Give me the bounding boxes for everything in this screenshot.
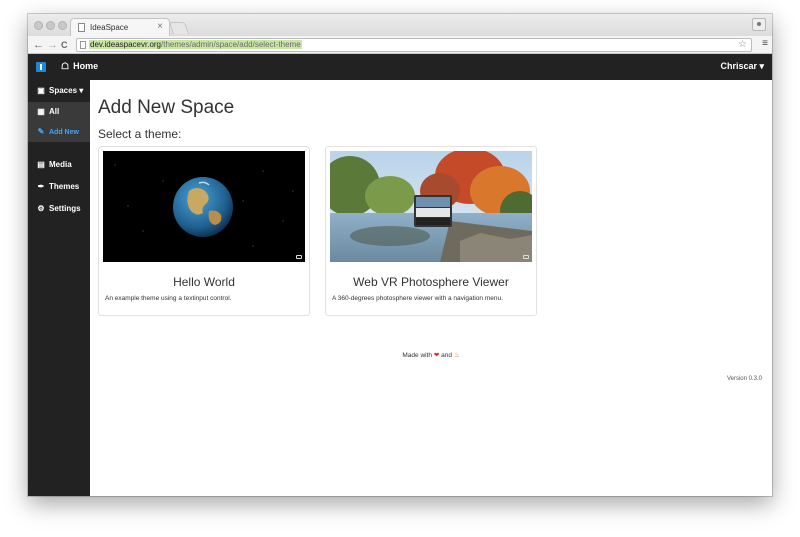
sidebar-item-add-new[interactable]: ✎ Add New [28, 122, 90, 142]
sidebar-item-themes[interactable]: ✒ Themes [28, 178, 90, 196]
photosphere-thumbnail[interactable] [330, 151, 532, 262]
forward-arrow-icon[interactable]: → [47, 38, 58, 52]
sidebar-item-settings[interactable]: ⚙ Settings [28, 200, 90, 218]
address-bar[interactable]: dev.ideaspacevr.org/themes/admin/space/a… [76, 38, 752, 52]
earth-globe-thumbnail[interactable] [103, 151, 305, 262]
page-icon [78, 23, 85, 32]
sidebar-item-label: Add New [49, 129, 79, 136]
tab-title: IdeaSpace [90, 23, 129, 32]
sidebar-item-label: Themes [49, 182, 80, 191]
gears-icon: ⚙ [37, 204, 45, 213]
reload-icon[interactable]: C [61, 38, 68, 52]
sidebar-item-all[interactable]: ▦ All [28, 102, 90, 122]
vr-badge-icon [296, 255, 302, 259]
new-tab-button[interactable] [168, 22, 190, 34]
cube-icon: ▣ [37, 86, 45, 95]
sidebar: ▣ Spaces ▾ ▦ All ✎ Add New ▤ Media ✒ Themes ⚙… [28, 80, 90, 496]
back-arrow-icon[interactable]: ← [33, 38, 44, 52]
top-navbar: ☖ Home Chriscar ▾ [28, 54, 772, 80]
profile-icon[interactable] [752, 18, 766, 31]
browser-window: IdeaSpace × ← → C dev.ideaspacevr.org/th… [28, 14, 772, 496]
sidebar-item-label: Spaces ▾ [49, 86, 84, 95]
sidebar-item-media[interactable]: ▤ Media [28, 156, 90, 174]
sidebar-item-label: Media [49, 160, 72, 169]
user-menu[interactable]: Chriscar ▾ [720, 61, 764, 72]
theme-description: A 360-degrees photosphere viewer with a … [332, 295, 503, 302]
select-theme-heading: Select a theme: [98, 127, 182, 141]
tab-close-icon[interactable]: × [157, 21, 163, 32]
home-link[interactable]: ☖ Home [61, 61, 98, 72]
url-domain: dev.ideaspacevr.org [90, 40, 162, 49]
url-path: /themes/admin/space/add/select-theme [161, 40, 301, 49]
zoom-window-button[interactable] [58, 21, 67, 30]
sidebar-item-spaces[interactable]: ▣ Spaces ▾ [28, 82, 90, 100]
ideaspace-logo-icon[interactable] [36, 62, 46, 72]
earth-globe-image [103, 151, 305, 262]
theme-title: Hello World [173, 275, 235, 289]
pencil-icon: ✎ [37, 127, 45, 136]
image-icon: ▤ [37, 160, 45, 169]
page-title: Add New Space [98, 97, 235, 118]
cubes-icon: ▦ [37, 107, 45, 116]
minimize-window-button[interactable] [46, 21, 55, 30]
main-content: Add New Space Select a theme: Hello Worl… [90, 80, 772, 496]
vr-badge-icon [523, 255, 529, 259]
theme-description: An example theme using a textinput contr… [105, 295, 232, 302]
browser-menu-icon[interactable]: ≡ [762, 38, 768, 49]
footer-and: and [441, 352, 452, 359]
home-icon: ☖ [61, 61, 70, 71]
footer-made-with: Made with [402, 352, 433, 359]
heart-icon: ❤ [433, 352, 440, 359]
theme-card-photosphere-viewer[interactable]: Web VR Photosphere Viewer A 360-degrees … [325, 146, 537, 316]
close-window-button[interactable] [34, 21, 43, 30]
page-icon [80, 41, 86, 49]
autumn-landscape-image [330, 151, 532, 262]
brush-icon: ✒ [37, 182, 45, 191]
browser-tab[interactable]: IdeaSpace × [70, 18, 170, 36]
footer: Made with ❤ and ♨ [90, 351, 772, 359]
home-label: Home [73, 61, 99, 71]
fire-icon: ♨ [453, 352, 460, 359]
theme-card-hello-world[interactable]: Hello World An example theme using a tex… [98, 146, 310, 316]
theme-title: Web VR Photosphere Viewer [353, 275, 509, 289]
version-label: Version 0.3.0 [726, 376, 762, 382]
bookmark-star-icon[interactable]: ☆ [738, 39, 747, 51]
url-text: dev.ideaspacevr.org/themes/admin/space/a… [89, 40, 302, 49]
browser-titlebar: IdeaSpace × [28, 14, 772, 36]
browser-toolbar: ← → C dev.ideaspacevr.org/themes/admin/s… [28, 36, 772, 54]
sidebar-item-label: All [49, 107, 60, 116]
sidebar-item-label: Settings [49, 204, 81, 213]
